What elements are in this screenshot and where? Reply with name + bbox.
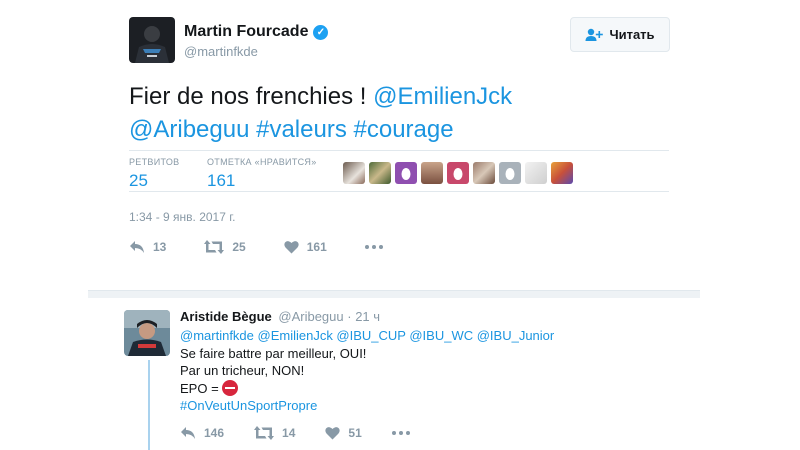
reply-button[interactable]: 13 [129, 240, 166, 254]
liker-avatar[interactable] [369, 162, 391, 184]
mention-link[interactable]: @Aribeguu [129, 116, 249, 143]
more-icon [364, 245, 383, 249]
reply-tweet[interactable]: Aristide Bègue @Aribeguu · 21 ч @martinf… [110, 298, 700, 450]
retweets-value[interactable]: 25 [129, 171, 179, 191]
retweets-label: РЕТВИТОВ [129, 157, 180, 167]
like-button[interactable]: 161 [284, 240, 327, 254]
retweet-icon [254, 426, 275, 440]
hashtag-link[interactable]: #courage [354, 116, 454, 143]
more-button[interactable] [391, 431, 410, 435]
liker-avatar[interactable] [395, 162, 417, 184]
like-button[interactable]: 51 [325, 426, 362, 440]
reply-mentions[interactable]: @martinfkde @EmilienJck @IBU_CUP @IBU_WC… [180, 327, 554, 345]
liker-avatar[interactable] [421, 162, 443, 184]
reply-icon [130, 241, 144, 253]
liker-avatar[interactable] [473, 162, 495, 184]
author-avatar[interactable] [129, 17, 175, 63]
tweet-timestamp[interactable]: 1:34 - 9 янв. 2017 г. [129, 210, 235, 224]
reply-time[interactable]: · 21 ч [347, 309, 380, 324]
tweet-actions: 13 25 161 [129, 240, 421, 254]
retweet-count: 14 [282, 426, 296, 440]
reply-button[interactable]: 146 [180, 426, 224, 440]
retweet-count: 25 [232, 240, 246, 254]
liker-avatar[interactable] [525, 162, 547, 184]
liker-avatars [343, 162, 573, 184]
reply-count: 13 [153, 240, 167, 254]
retweets-stat[interactable]: РЕТВИТОВ 25 [129, 157, 179, 191]
heart-icon [284, 241, 299, 254]
hashtag-link[interactable]: #valeurs [256, 116, 347, 143]
reply-line-3: EPO = [180, 379, 554, 398]
likes-stat[interactable]: ОТМЕТКА «НРАВИТСЯ» 161 [207, 157, 317, 191]
follow-button[interactable]: Читать [570, 17, 670, 52]
no-entry-icon [222, 379, 239, 396]
reply-count: 146 [204, 426, 225, 440]
liker-avatar[interactable] [499, 162, 521, 184]
reply-line-3-text: EPO = [180, 380, 223, 396]
retweet-button[interactable]: 25 [204, 240, 246, 254]
likes-value[interactable]: 161 [207, 171, 317, 191]
tweet-text: Fier de nos frenchies ! @EmilienJck @Ari… [129, 80, 649, 146]
like-count: 161 [306, 240, 327, 254]
thread-line [148, 360, 150, 450]
reply-hashtag[interactable]: #OnVeutUnSportPropre [180, 397, 554, 415]
mention-link[interactable]: @EmilienJck [373, 83, 512, 110]
follow-user-icon [585, 28, 604, 41]
more-icon [391, 431, 410, 435]
reply-line-1: Se faire battre par meilleur, OUI! [180, 345, 367, 361]
reply-actions: 146 14 51 [180, 426, 440, 440]
reply-author-name[interactable]: Aristide Bègue [180, 309, 272, 324]
tweet-text-plain: Fier de nos frenchies ! [129, 83, 374, 110]
like-count: 51 [348, 426, 362, 440]
reply-header: Aristide Bègue @Aribeguu · 21 ч [180, 309, 380, 324]
reply-line-2: Par un tricheur, NON! [180, 363, 305, 378]
reply-author-avatar[interactable] [124, 310, 170, 356]
heart-icon [325, 427, 341, 440]
reply-author-handle[interactable]: @Aribeguu [278, 309, 343, 324]
conversation-divider [88, 290, 700, 298]
main-tweet: Martin Fourcade ✓ @martinfkde Читать Fie… [110, 0, 700, 288]
author-handle[interactable]: @martinfkde [184, 44, 258, 59]
more-button[interactable] [364, 245, 383, 249]
liker-avatar[interactable] [447, 162, 469, 184]
tweet-stats: РЕТВИТОВ 25 ОТМЕТКА «НРАВИТСЯ» 161 [129, 150, 669, 192]
verified-icon: ✓ [313, 24, 329, 40]
reply-icon [181, 427, 195, 439]
retweet-icon [204, 240, 225, 254]
retweet-button[interactable]: 14 [254, 426, 295, 440]
follow-button-label: Читать [609, 27, 655, 42]
author-name[interactable]: Martin Fourcade ✓ [184, 23, 329, 41]
likes-label: ОТМЕТКА «НРАВИТСЯ» [207, 157, 317, 167]
author-name-text[interactable]: Martin Fourcade [184, 23, 308, 41]
liker-avatar[interactable] [343, 162, 365, 184]
liker-avatar[interactable] [551, 162, 573, 184]
reply-text: @martinfkde @EmilienJck @IBU_CUP @IBU_WC… [180, 327, 554, 415]
